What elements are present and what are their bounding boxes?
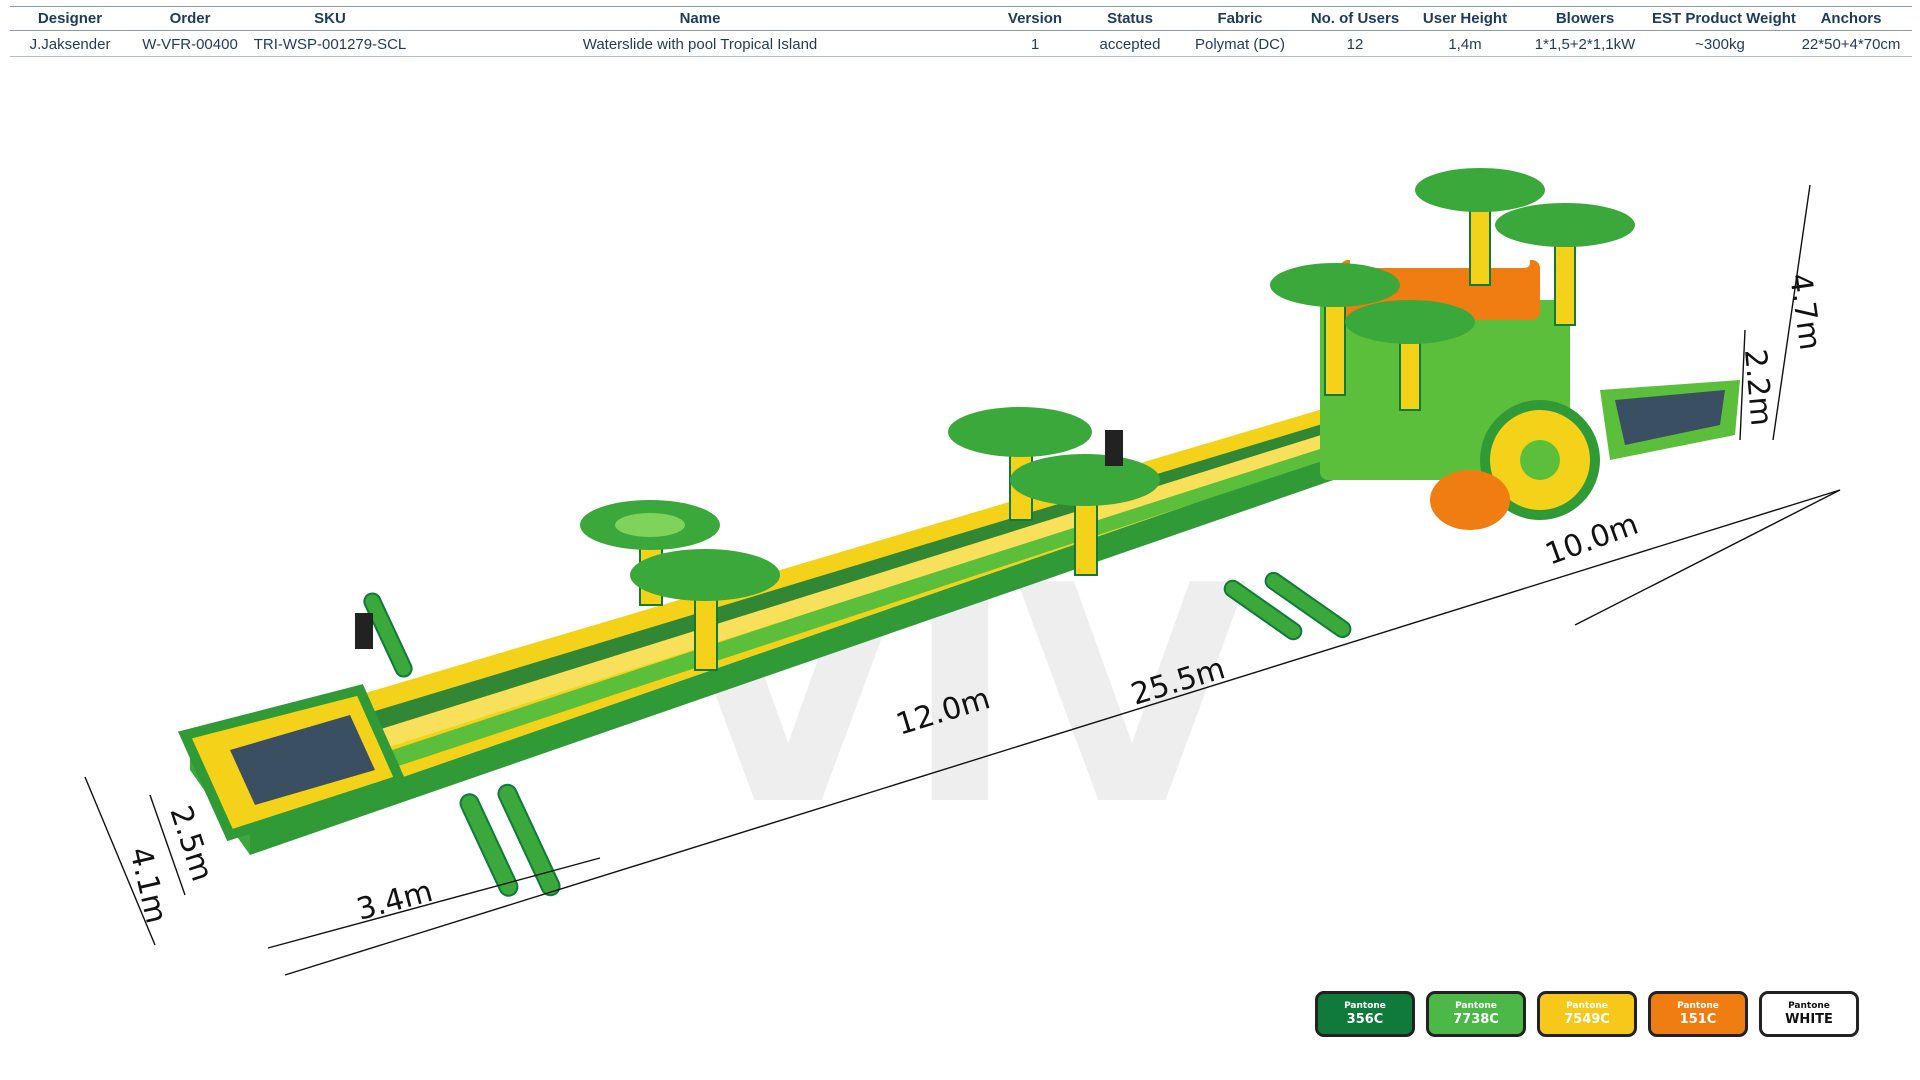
swatch-code: 356C xyxy=(1346,1012,1384,1027)
swatch-7738c: Pantone 7738C xyxy=(1426,991,1526,1037)
swatch-white: Pantone WHITE xyxy=(1759,991,1859,1037)
color-swatches: Pantone 356C Pantone 7738C Pantone 7549C… xyxy=(1315,991,1859,1037)
swatch-brand: Pantone xyxy=(1455,1001,1497,1011)
header-user-height: User Height xyxy=(1410,6,1520,31)
dim-platform-height: 2.2m xyxy=(1737,348,1779,428)
cell-weight: ~300kg xyxy=(1650,30,1790,57)
swatch-code: 7738C xyxy=(1453,1012,1499,1027)
cell-anchors: 22*50+4*70cm xyxy=(1790,30,1912,57)
header-sku: SKU xyxy=(250,6,410,31)
dim-width-pool: 2.5m xyxy=(162,802,219,886)
cell-blowers: 1*1,5+2*1,1kW xyxy=(1520,30,1650,57)
cell-order: W-VFR-00400 xyxy=(130,30,250,57)
swatch-code: WHITE xyxy=(1785,1012,1833,1027)
cell-version: 1 xyxy=(990,30,1080,57)
cell-name: Waterslide with pool Tropical Island xyxy=(410,30,990,57)
swatch-brand: Pantone xyxy=(1788,1001,1830,1011)
cell-fabric: Polymat (DC) xyxy=(1180,30,1300,57)
swatch-7549c: Pantone 7549C xyxy=(1537,991,1637,1037)
swatch-brand: Pantone xyxy=(1344,1001,1386,1011)
dim-pool-length: 3.4m xyxy=(353,874,436,928)
swatch-356c: Pantone 356C xyxy=(1315,991,1415,1037)
cell-sku: TRI-WSP-001279-SCL xyxy=(250,30,410,57)
swatch-code: 151C xyxy=(1679,1012,1717,1027)
cell-status: accepted xyxy=(1080,30,1180,57)
header-users: No. of Users xyxy=(1300,6,1410,31)
header-anchors: Anchors xyxy=(1790,6,1912,31)
swatch-code: 7549C xyxy=(1564,1012,1610,1027)
header-designer: Designer xyxy=(10,6,130,31)
waterslide-illustration: VIV 4.1m 2.5m 3.4m 12.0m 25.5m 10.0m 4.7… xyxy=(84,168,1841,976)
header-fabric: Fabric xyxy=(1180,6,1300,31)
header-version: Version xyxy=(990,6,1080,31)
spec-table: Designer Order SKU Name Version Status F… xyxy=(10,6,1912,57)
header-order: Order xyxy=(130,6,250,31)
swatch-151c: Pantone 151C xyxy=(1648,991,1748,1037)
cell-designer: J.Jaksender xyxy=(10,30,130,57)
header-weight: EST Product Weight xyxy=(1650,6,1796,31)
header-status: Status xyxy=(1080,6,1180,31)
spec-header-row: Designer Order SKU Name Version Status F… xyxy=(10,6,1912,31)
cell-users: 12 xyxy=(1300,30,1410,57)
swatch-brand: Pantone xyxy=(1677,1001,1719,1011)
spec-data-row: J.Jaksender W-VFR-00400 TRI-WSP-001279-S… xyxy=(10,30,1912,57)
cell-user-height: 1,4m xyxy=(1410,30,1520,57)
dim-height-total: 4.7m xyxy=(1782,271,1827,352)
swatch-brand: Pantone xyxy=(1566,1001,1608,1011)
header-name: Name xyxy=(410,6,990,31)
header-blowers: Blowers xyxy=(1520,6,1650,31)
